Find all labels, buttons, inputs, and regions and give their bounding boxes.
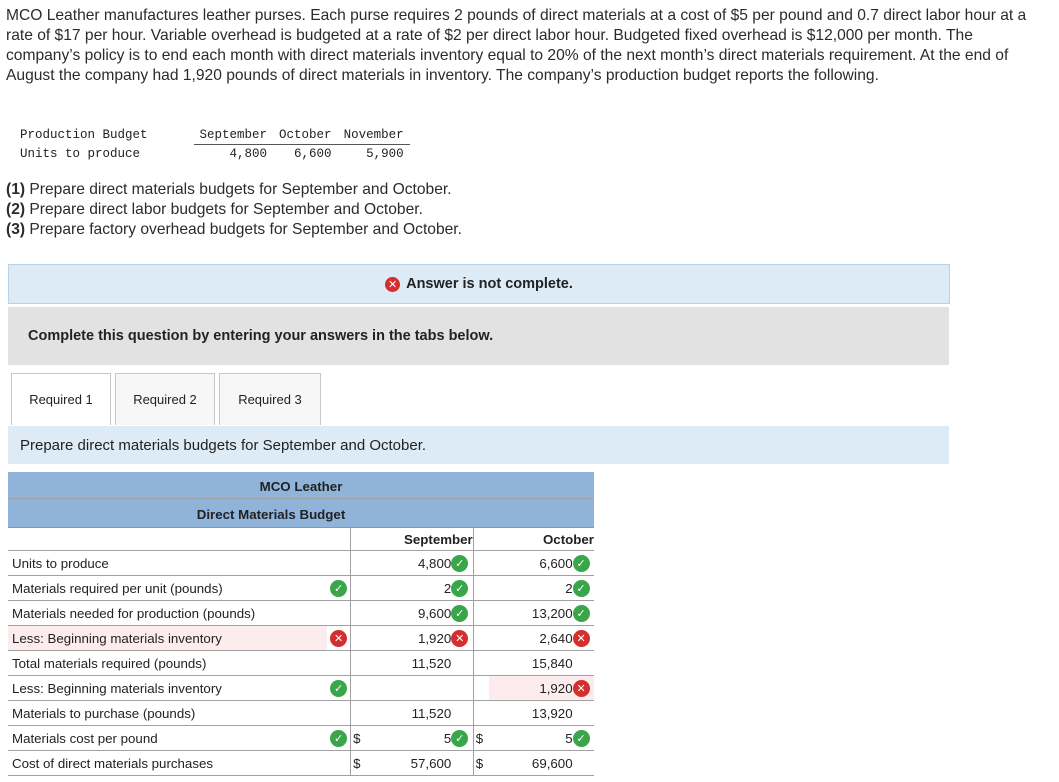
tab-required-1[interactable]: Required 1 <box>11 373 111 425</box>
input-sep[interactable]: 11,520 <box>366 650 452 676</box>
row-label: Total materials required (pounds) <box>8 650 328 676</box>
requirement-item: (3) Prepare factory overhead budgets for… <box>6 221 462 238</box>
input-sep[interactable]: 9,600 <box>366 600 452 626</box>
currency-symbol <box>350 675 367 701</box>
row-label: Less: Beginning materials inventory <box>8 675 328 701</box>
input-oct[interactable]: 5 <box>488 725 573 751</box>
budget-row: Materials required per unit (pounds) ✓ 2 ✓ 2… <box>8 575 594 601</box>
currency-symbol <box>350 625 367 651</box>
tab-required-3[interactable]: Required 3 <box>219 373 321 425</box>
row-label: Less: Beginning materials inventory <box>8 625 328 651</box>
input-oct[interactable]: 13,200 <box>488 600 573 626</box>
requirement-item: (1) Prepare direct materials budgets for… <box>6 181 452 198</box>
incorrect-x-icon: ✕ <box>330 629 348 647</box>
tab-bar: Required 1 Required 2 Required 3 <box>11 373 325 425</box>
budget-row: Materials to purchase (pounds) 11,520 13,9… <box>8 700 594 726</box>
incorrect-x-icon: ✕ <box>572 679 590 697</box>
correct-check-icon: ✓ <box>330 729 348 747</box>
input-sep[interactable]: 5 <box>366 725 452 751</box>
budget-row: Cost of direct materials purchases $57,60… <box>8 750 594 776</box>
answer-status-banner: ✕ Answer is not complete. <box>8 264 950 304</box>
budget-row: Units to produce 4,800 ✓ 6,600 ✓ <box>8 550 594 576</box>
currency-symbol: $ <box>472 750 489 776</box>
correct-check-icon: ✓ <box>572 729 590 747</box>
input-oct[interactable]: 2 <box>488 575 573 601</box>
currency-symbol <box>472 675 489 701</box>
input-sep[interactable]: 57,600 <box>366 750 452 776</box>
currency-symbol <box>350 550 367 576</box>
input-oct[interactable]: 1,920 <box>488 675 573 701</box>
currency-symbol <box>472 600 489 626</box>
problem-statement: MCO Leather manufactures leather purses.… <box>6 7 1027 84</box>
input-sep[interactable]: 4,800 <box>366 550 452 576</box>
currency-symbol <box>472 625 489 651</box>
row-label: Materials needed for production (pounds) <box>8 600 328 626</box>
units-value: 5,900 <box>366 147 404 161</box>
correct-check-icon: ✓ <box>572 604 590 622</box>
currency-symbol <box>350 650 367 676</box>
column-header-october: October <box>488 527 594 551</box>
units-value: 6,600 <box>294 147 332 161</box>
incorrect-x-icon: ✕ <box>572 629 590 647</box>
currency-symbol <box>472 550 489 576</box>
production-budget-table: Production Budget September October Nove… <box>8 126 410 163</box>
month-header: October <box>273 126 338 145</box>
input-sep[interactable]: 1,920 <box>366 625 452 651</box>
tab-required-2[interactable]: Required 2 <box>115 373 215 425</box>
currency-symbol: $ <box>350 725 367 751</box>
month-header: November <box>337 126 410 145</box>
input-oct[interactable]: 2,640 <box>488 625 573 651</box>
budget-row: Materials cost per pound ✓ $5 ✓ $5 ✓ <box>8 725 594 751</box>
row-label: Cost of direct materials purchases <box>8 750 328 776</box>
incorrect-x-icon: ✕ <box>451 629 469 647</box>
currency-symbol: $ <box>472 725 489 751</box>
currency-symbol: $ <box>350 750 367 776</box>
row-label: Materials cost per pound <box>8 725 328 751</box>
currency-symbol <box>350 600 367 626</box>
currency-symbol <box>472 700 489 726</box>
row-label: Materials required per unit (pounds) <box>8 575 328 601</box>
correct-check-icon: ✓ <box>451 729 469 747</box>
answer-status-text: Answer is not complete. <box>406 276 573 292</box>
month-header: September <box>193 126 274 145</box>
budget-row: Less: Beginning materials inventory ✕ 1,92… <box>8 625 594 651</box>
input-oct[interactable]: 69,600 <box>488 750 573 776</box>
error-x-icon: ✕ <box>385 276 401 292</box>
budget-row: Less: Beginning materials inventory ✓ 1,92… <box>8 675 594 701</box>
correct-check-icon: ✓ <box>330 579 348 597</box>
currency-symbol <box>350 575 367 601</box>
budget-company: MCO Leather <box>8 472 594 499</box>
complete-prompt: Complete this question by entering your … <box>8 307 949 365</box>
input-sep[interactable]: 2 <box>366 575 452 601</box>
budget-title: Direct Materials Budget <box>8 498 594 528</box>
column-header-september: September <box>366 527 474 551</box>
currency-symbol <box>472 650 489 676</box>
input-sep[interactable]: 11,520 <box>366 700 452 726</box>
input-sep[interactable] <box>366 675 452 701</box>
input-oct[interactable]: 15,840 <box>488 650 573 676</box>
requirements-list: (1) Prepare direct materials budgets for… <box>6 180 462 240</box>
units-value: 4,800 <box>229 147 268 161</box>
correct-check-icon: ✓ <box>330 679 348 697</box>
tab-instruction: Prepare direct materials budgets for Sep… <box>8 426 949 464</box>
currency-symbol <box>350 700 367 726</box>
row-label: Materials to purchase (pounds) <box>8 700 328 726</box>
units-to-produce-label: Units to produce <box>20 146 141 161</box>
correct-check-icon: ✓ <box>451 554 469 572</box>
currency-symbol <box>472 575 489 601</box>
budget-row: Total materials required (pounds) 11,520 1… <box>8 650 594 676</box>
correct-check-icon: ✓ <box>572 579 590 597</box>
input-oct[interactable]: 6,600 <box>488 550 573 576</box>
requirement-item: (2) Prepare direct labor budgets for Sep… <box>6 201 423 218</box>
correct-check-icon: ✓ <box>572 554 590 572</box>
direct-materials-budget-table: MCO Leather Direct Materials Budget Sept… <box>8 472 594 776</box>
production-budget-title: Production Budget <box>20 128 148 143</box>
row-label: Units to produce <box>8 550 328 576</box>
correct-check-icon: ✓ <box>451 579 469 597</box>
budget-row: Materials needed for production (pounds)… <box>8 600 594 626</box>
correct-check-icon: ✓ <box>451 604 469 622</box>
input-oct[interactable]: 13,920 <box>488 700 573 726</box>
